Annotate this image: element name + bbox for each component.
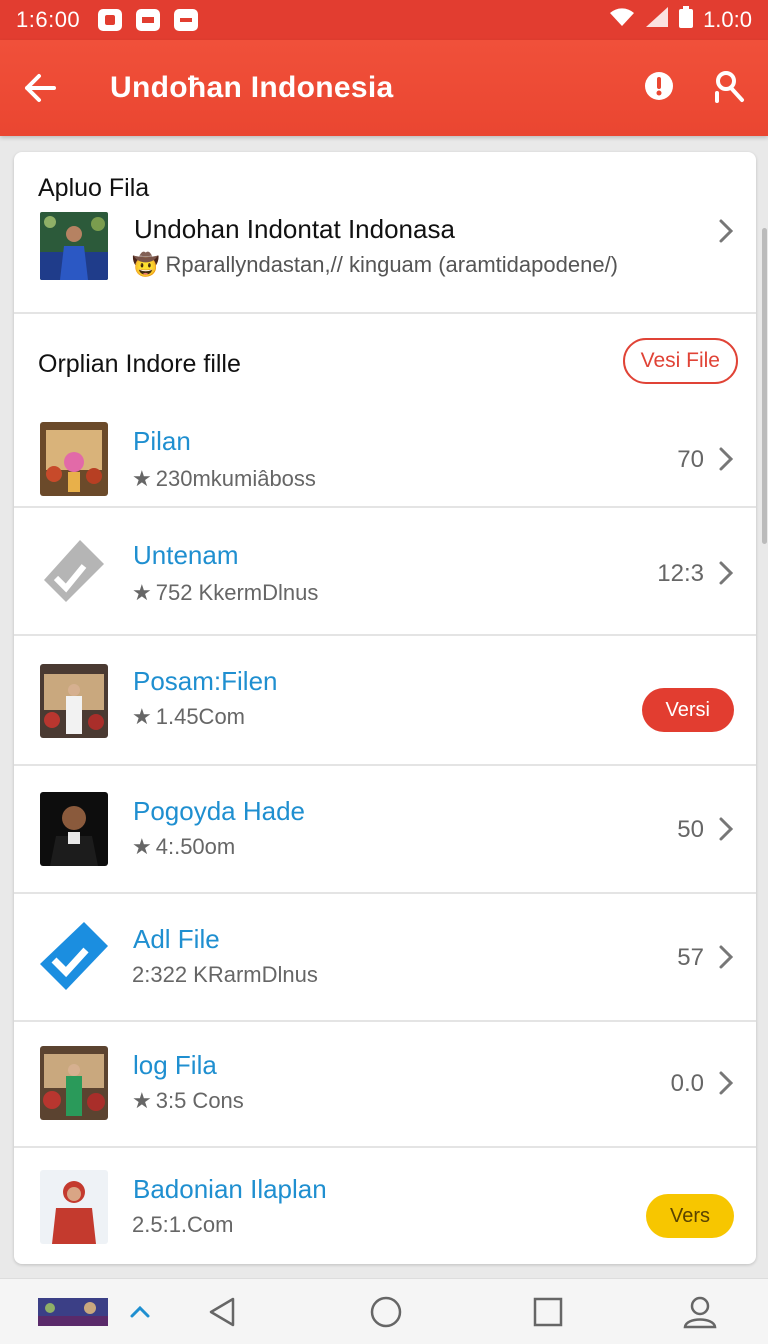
upload-section-label: Apluo Fila	[38, 174, 150, 202]
star-icon: ★	[132, 466, 152, 491]
info-button[interactable]	[644, 71, 674, 106]
page-title: Undoћan Indonesia	[110, 71, 394, 104]
list-item[interactable]: Untenam ★ 752 KkermDlnus 12:3	[14, 508, 756, 636]
list-item-meta: ★ 3:5 Cons	[132, 1088, 244, 1113]
list-item-meta: ★ 230mkumiâboss	[132, 466, 316, 491]
list-item-value: 12:3	[657, 560, 704, 587]
list-item[interactable]: Posam:Filen ★ 1.45Com Versi	[14, 636, 756, 766]
chevron-right-icon	[719, 219, 734, 243]
battery-icon	[679, 6, 694, 34]
back-nav-button[interactable]	[196, 1279, 248, 1344]
list-item-title: Adl File	[133, 924, 220, 954]
expand-button[interactable]	[124, 1279, 156, 1344]
star-icon: ★	[132, 834, 152, 859]
square-recents-icon	[533, 1297, 563, 1327]
list-item-meta: 2.5:1.Com	[132, 1212, 234, 1237]
options-section-header: Orplian Indore fille Vesi File	[14, 314, 756, 392]
list-item-meta: ★ 4:.50om	[132, 834, 236, 859]
home-nav-button[interactable]	[360, 1279, 412, 1344]
upload-item-chevron[interactable]	[718, 218, 734, 249]
wifi-icon	[609, 7, 635, 33]
vesi-file-button[interactable]: Vesi File	[622, 338, 738, 384]
list-item-value: 57	[677, 944, 704, 971]
user-icon	[683, 1296, 717, 1329]
navigation-bar	[0, 1278, 768, 1344]
upload-item-thumbnail	[40, 212, 108, 280]
list-item[interactable]: Pogoyda Hade ★ 4:.50om 50	[14, 766, 756, 894]
signal-icon	[645, 6, 669, 34]
battery-text: 1.0:0	[703, 7, 752, 32]
options-section-label: Orplian Indore fille	[38, 350, 241, 378]
vers-button[interactable]: Vers	[645, 1194, 734, 1238]
back-button[interactable]	[0, 40, 80, 136]
notification-icon-2	[136, 9, 161, 31]
list-item-title: Posam:Filen	[133, 666, 278, 696]
list-item-thumbnail	[40, 920, 108, 994]
list-item-chevron[interactable]	[718, 560, 734, 591]
upload-item-name[interactable]: Undohan Indontat Indonaѕa	[134, 214, 455, 245]
list-item[interactable]: Pilan ★ 230mkumiâboss 70	[14, 392, 756, 508]
list-item-thumbnail	[40, 422, 108, 496]
profile-nav-button[interactable]	[674, 1279, 726, 1344]
info-icon	[645, 71, 673, 100]
chevron-right-icon	[719, 1071, 734, 1095]
list-item-thumbnail	[40, 1170, 108, 1244]
triangle-back-icon	[209, 1297, 235, 1327]
status-time: 1:6:00	[16, 7, 81, 32]
recents-nav-button[interactable]	[522, 1279, 574, 1344]
list-item-chevron[interactable]	[718, 1070, 734, 1101]
list-item-title: Badonian Ilaplan	[133, 1174, 327, 1204]
list-item-thumbnail	[40, 792, 108, 866]
list-item[interactable]: Badonian Ilaplan 2.5:1.Com Vers	[14, 1148, 756, 1264]
list-item-chevron[interactable]	[718, 816, 734, 847]
list-item-meta: ★ 1.45Com	[132, 704, 246, 729]
list-item-thumbnail	[40, 1046, 108, 1120]
list-item-chevron[interactable]	[718, 944, 734, 975]
user-search-icon	[715, 70, 744, 103]
list-item-value: 0.0	[670, 1070, 704, 1097]
list-item-value: 50	[677, 816, 704, 843]
list-item-title: log Fila	[133, 1050, 217, 1080]
list-item-value: 70	[677, 446, 704, 473]
circle-home-icon	[370, 1296, 402, 1328]
notification-icon-1	[98, 9, 123, 31]
list-item-chevron[interactable]	[718, 446, 734, 477]
chevron-right-icon	[719, 945, 734, 969]
upload-section: Apluo Fila Undohan Indontat Indonaѕa 🤠 R…	[14, 152, 756, 314]
star-icon: ★	[132, 580, 152, 605]
list-item-meta: ★ 752 KkermDlnus	[132, 580, 319, 605]
chevron-right-icon	[719, 447, 734, 471]
versi-button[interactable]: Versi	[641, 688, 734, 732]
list-item-title: Untenam	[133, 540, 239, 570]
app-bar: Undoћan Indonesia	[0, 40, 768, 136]
list-item-title: Pilan	[133, 426, 191, 456]
star-icon: ★	[132, 1088, 152, 1113]
arrow-left-icon	[25, 74, 56, 102]
chevron-up-icon	[130, 1305, 150, 1318]
notification-icon-3	[174, 9, 199, 31]
chevron-right-icon	[719, 817, 734, 841]
status-bar: 1:6:00 1.0:0	[0, 0, 768, 40]
scrollbar[interactable]	[762, 228, 767, 544]
list-item[interactable]: log Fila ★ 3:5 Cons 0.0	[14, 1022, 756, 1148]
list-item-title: Pogoyda Hade	[133, 796, 306, 826]
user-search-button[interactable]	[712, 69, 746, 108]
star-icon: ★	[132, 704, 152, 729]
chevron-right-icon	[719, 561, 734, 585]
list-item-thumbnail	[40, 664, 108, 738]
file-card: Apluo Fila Undohan Indontat Indonaѕa 🤠 R…	[14, 152, 756, 1264]
upload-item-subtitle: 🤠 Rparallyndastan,// kinguam (aramtidapo…	[132, 252, 619, 277]
list-item-meta: 2:322 KRarmDlnus	[132, 962, 318, 987]
list-item-thumbnail	[40, 536, 108, 610]
list-item[interactable]: Adl File 2:322 KRarmDlnus 57	[14, 894, 756, 1022]
emoji-icon: 🤠	[132, 252, 160, 277]
recent-app-thumbnail[interactable]	[38, 1279, 108, 1344]
